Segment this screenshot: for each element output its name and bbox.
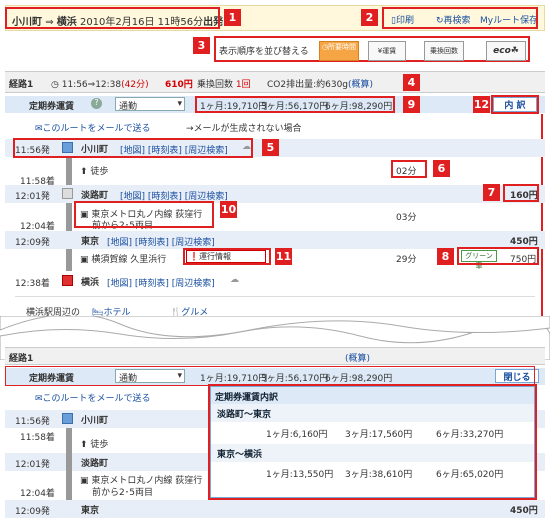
pass-label: 定期券運賃 bbox=[29, 102, 75, 112]
marker-box-1 bbox=[5, 7, 220, 29]
marker-box-5 bbox=[13, 138, 253, 158]
sort-fare-button[interactable]: ¥運賃 bbox=[368, 41, 406, 61]
marker-11: 11 bbox=[275, 248, 292, 265]
marker-6: 6 bbox=[433, 160, 450, 177]
marker-box-7 bbox=[503, 184, 539, 202]
station-time: 12:38着 bbox=[15, 279, 50, 289]
station-row: 12:38着 横浜 [地図] [時刻表] [周辺検索] ☁ bbox=[5, 272, 545, 290]
station-name: 東京 bbox=[81, 506, 100, 516]
marker-7: 7 bbox=[483, 184, 500, 201]
marker-9: 9 bbox=[403, 96, 420, 113]
cloud-icon: ☁ bbox=[230, 275, 239, 285]
marker-8: 8 bbox=[437, 248, 454, 265]
route-fare: 610円 bbox=[165, 80, 193, 90]
marker-box-10 bbox=[74, 201, 214, 228]
mail-link[interactable]: ✉このルートをメールで送る bbox=[35, 391, 151, 404]
leg-minutes: 29分 bbox=[396, 255, 417, 265]
leaf-icon: ☘ bbox=[510, 46, 519, 56]
mail-link[interactable]: ✉このルートをメールで送る bbox=[35, 121, 151, 134]
route-time: ◷ 11:56⇒12:38(42分) bbox=[51, 80, 149, 90]
car-position: 前から2･5両目 bbox=[92, 488, 153, 498]
chevron-down-icon: ▾ bbox=[177, 99, 182, 109]
divider bbox=[15, 296, 535, 297]
sort-time-button[interactable]: ◷所要時間 bbox=[319, 41, 359, 61]
station-name: 淡路町 bbox=[81, 191, 109, 201]
marker-box-9 bbox=[195, 96, 395, 113]
sort-panel: 表示順序を並び替える ◷所要時間 ¥運賃 乗換回数 eco☘ bbox=[214, 36, 530, 62]
mail-note: →メールが生成されない場合 bbox=[186, 124, 302, 134]
station-icon bbox=[62, 275, 73, 286]
pass-type-select[interactable]: 通勤 ▾ bbox=[115, 97, 185, 112]
station-time: 12:01発 bbox=[15, 192, 50, 202]
route-co2: CO2排出量:約630g(概算) bbox=[267, 80, 374, 90]
station-time: 12:09発 bbox=[15, 238, 50, 248]
station-time: 11:56発 bbox=[15, 417, 50, 427]
walk-leg: ⬆ 徒歩 bbox=[80, 440, 109, 450]
marker-box-2 bbox=[382, 7, 538, 29]
co2-link[interactable]: (概算) bbox=[345, 351, 370, 364]
train-leg: ▣ 横須賀線 久里浜行 bbox=[80, 255, 167, 265]
station-links[interactable]: [地図] [時刻表] [周辺検索] bbox=[107, 235, 215, 248]
sort-label: 表示順序を並び替える bbox=[219, 47, 309, 57]
station-name: 横浜 bbox=[81, 278, 100, 288]
marker-box-6 bbox=[391, 160, 427, 178]
help-icon[interactable]: ? bbox=[91, 98, 102, 109]
marker-box-8 bbox=[457, 247, 539, 265]
station-name: 小川町 bbox=[81, 416, 109, 426]
sort-transfer-button[interactable]: 乗換回数 bbox=[424, 41, 464, 61]
route-summary: 経路1 ◷ 11:56⇒12:38(42分) 610円 乗換回数 1回 CO2排… bbox=[5, 71, 545, 93]
station-links[interactable]: [地図] [時刻表] [周辺検索] bbox=[107, 276, 215, 289]
station-row: 12:09発 東京 450円 bbox=[5, 500, 545, 518]
station-time: 12:09発 bbox=[15, 507, 50, 517]
route-summary-lower: 経路1 (概算) bbox=[5, 347, 545, 365]
marker-1: 1 bbox=[224, 9, 241, 26]
route-name: 経路1 bbox=[9, 80, 34, 90]
train-segment bbox=[66, 203, 72, 231]
marker-box-12 bbox=[491, 95, 539, 114]
marker-box-lower-pass bbox=[5, 366, 535, 386]
route-segment bbox=[66, 428, 72, 503]
station-name: 東京 bbox=[81, 237, 100, 247]
route-name: 経路1 bbox=[9, 354, 34, 364]
train-segment bbox=[66, 249, 72, 271]
leg-fare: 450円 bbox=[510, 506, 538, 516]
sort-eco-button[interactable]: eco☘ bbox=[486, 41, 526, 61]
marker-2: 2 bbox=[361, 9, 378, 26]
marker-10: 10 bbox=[220, 201, 237, 218]
walk-leg: ⬆ 徒歩 bbox=[80, 167, 109, 177]
leg-minutes: 03分 bbox=[396, 213, 417, 223]
marker-5: 5 bbox=[262, 139, 279, 156]
arrival-time: 12:04着 bbox=[20, 489, 55, 499]
station-name: 淡路町 bbox=[81, 459, 109, 469]
station-icon bbox=[62, 413, 73, 424]
marker-4: 4 bbox=[403, 74, 420, 91]
station-icon bbox=[62, 188, 73, 199]
leg-fare: 450円 bbox=[510, 237, 538, 247]
marker-12: 12 bbox=[473, 96, 490, 113]
station-time: 12:01発 bbox=[15, 460, 50, 470]
marker-3: 3 bbox=[193, 37, 210, 54]
walk-segment bbox=[66, 158, 72, 185]
marker-box-popup bbox=[208, 384, 537, 500]
route-transfer: 乗換回数 1回 bbox=[197, 80, 251, 90]
arrival-time: 11:58着 bbox=[20, 433, 55, 443]
marker-box-11 bbox=[183, 248, 271, 265]
